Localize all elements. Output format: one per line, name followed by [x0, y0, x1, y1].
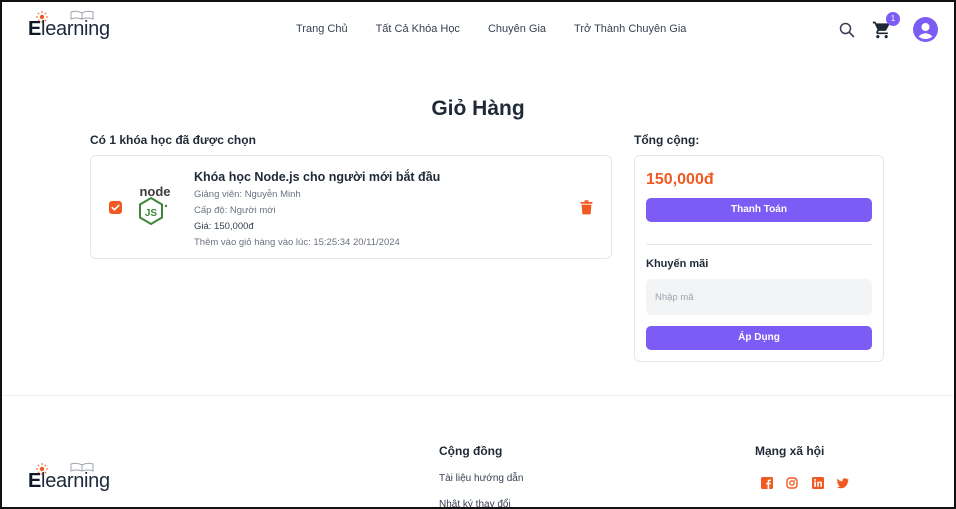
main-nav: Trang Chủ Tất Cả Khóa Học Chuyên Gia Trở…	[296, 23, 714, 35]
check-icon	[111, 204, 120, 211]
selected-count-label: Có 1 khóa học đã được chọn	[90, 133, 256, 147]
search-icon[interactable]	[839, 22, 855, 38]
total-price: 150,000đ	[646, 171, 714, 188]
nav-become-expert[interactable]: Trở Thành Chuyên Gia	[574, 23, 686, 35]
cart-item-checkbox[interactable]	[109, 201, 122, 214]
social-title: Mạng xã hội	[755, 444, 825, 458]
cart-item-card: node JS Khóa học Node.js cho người mới b…	[90, 155, 612, 259]
community-title: Cộng đồng	[439, 444, 503, 458]
user-icon	[918, 23, 933, 39]
header: Elearning Trang Chủ Tất Cả Khóa Học Chuy…	[2, 2, 954, 58]
sun-icon	[36, 463, 48, 475]
footer-link-docs[interactable]: Tài liệu hướng dẫn	[439, 473, 523, 484]
trash-icon[interactable]	[580, 200, 593, 215]
total-label: Tổng cộng:	[634, 133, 700, 147]
sun-icon	[36, 11, 48, 23]
apply-promo-button[interactable]: Áp Dụng	[646, 326, 872, 350]
course-name[interactable]: Khóa học Node.js cho người mới bắt đầu	[194, 170, 440, 184]
instagram-icon[interactable]	[786, 477, 798, 489]
page-title: Giỏ Hàng	[431, 97, 525, 120]
book-icon	[70, 462, 94, 472]
course-level: Cấp độ: Người mới	[194, 205, 276, 216]
svg-text:JS: JS	[145, 208, 158, 219]
linkedin-icon[interactable]	[812, 477, 824, 489]
footer-divider	[2, 395, 954, 396]
footer-link-changelog[interactable]: Nhật ký thay đổi	[439, 499, 511, 507]
avatar[interactable]	[913, 17, 938, 42]
nodejs-logo-icon: node JS	[139, 184, 171, 226]
footer-logo[interactable]: Elearning	[28, 462, 110, 493]
course-info: Khóa học Node.js cho người mới bắt đầu G…	[194, 170, 440, 251]
cart-count-badge: 1	[886, 12, 900, 26]
app-window: Elearning Trang Chủ Tất Cả Khóa Học Chuy…	[0, 0, 956, 509]
course-added-at: Thêm vào giỏ hàng vào lúc: 15:25:34 20/1…	[194, 237, 400, 248]
promo-title: Khuyến mãi	[646, 258, 709, 270]
facebook-icon[interactable]	[761, 477, 773, 489]
order-summary-card: 150,000đ Thanh Toán Khuyến mãi Áp Dụng	[634, 155, 884, 362]
nav-home[interactable]: Trang Chủ	[296, 23, 348, 35]
nav-all-courses[interactable]: Tất Cả Khóa Học	[376, 23, 460, 35]
divider	[646, 244, 872, 245]
book-icon	[70, 10, 94, 20]
svg-text:node: node	[139, 184, 170, 199]
promo-code-input[interactable]	[646, 279, 872, 315]
checkout-button[interactable]: Thanh Toán	[646, 198, 872, 222]
twitter-icon[interactable]	[837, 477, 849, 489]
course-instructor: Giảng viên: Nguyễn Minh	[194, 189, 301, 200]
logo[interactable]: Elearning	[28, 10, 110, 41]
course-price: Giá: 150,000đ	[194, 221, 254, 232]
nav-experts[interactable]: Chuyên Gia	[488, 23, 546, 35]
